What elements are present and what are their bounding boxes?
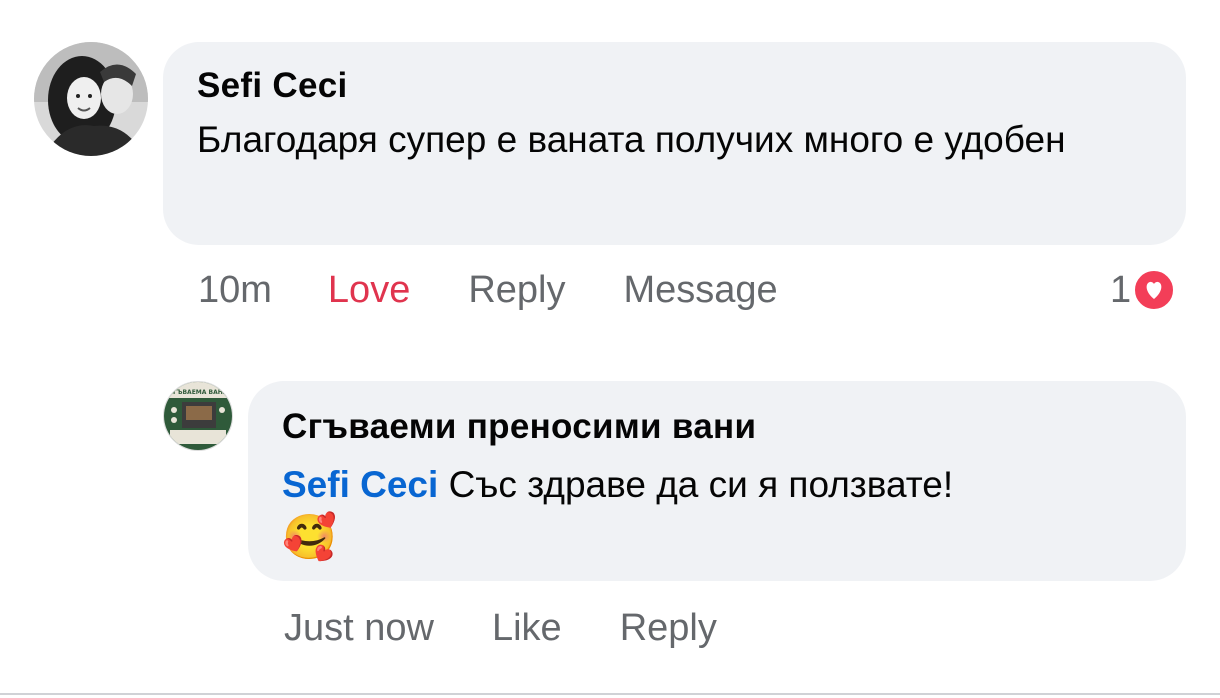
comment-timestamp[interactable]: 10m	[198, 269, 272, 312]
reply-timestamp[interactable]: Just now	[284, 607, 434, 650]
comment-text: Благодаря супер е ваната получих много е…	[197, 119, 1066, 160]
commenter-avatar[interactable]	[34, 42, 148, 156]
reply-bubble: Сгъваеми преносими вани Sefi Ceci Със зд…	[248, 381, 1186, 581]
reaction-summary[interactable]: 1	[1110, 266, 1176, 314]
comment-author[interactable]: Sefi Ceci	[197, 64, 1152, 108]
reply-text: Със здраве да си я ползвате!	[448, 464, 954, 505]
page-avatar[interactable]: СГЪВАЕМА ВАНА	[163, 381, 233, 451]
love-reaction-button[interactable]: Love	[328, 269, 410, 312]
reply-button[interactable]: Reply	[468, 269, 565, 312]
heart-icon	[1133, 269, 1176, 311]
reaction-count: 1	[1110, 268, 1132, 311]
reply-text-line: Sefi Ceci Със здраве да си я ползвате!	[282, 457, 1152, 513]
comment-thread: Sefi Ceci Благодаря супер е ваната получ…	[0, 0, 1220, 698]
reply-author[interactable]: Сгъваеми преносими вани	[282, 405, 1152, 449]
like-button[interactable]: Like	[492, 607, 562, 650]
smiling-face-with-hearts-emoji: 🥰	[282, 513, 337, 562]
comment-actions: 10m Love Reply Message	[198, 266, 778, 314]
reply-reply-button[interactable]: Reply	[620, 607, 717, 650]
mention-link[interactable]: Sefi Ceci	[282, 464, 438, 505]
reply-actions: Just now Like Reply	[284, 604, 717, 652]
message-button[interactable]: Message	[623, 269, 777, 312]
divider	[0, 693, 1220, 695]
avatar-logo-text: СГЪВАЕМА ВАНА	[169, 389, 228, 396]
comment-bubble: Sefi Ceci Благодаря супер е ваната получ…	[163, 42, 1186, 245]
